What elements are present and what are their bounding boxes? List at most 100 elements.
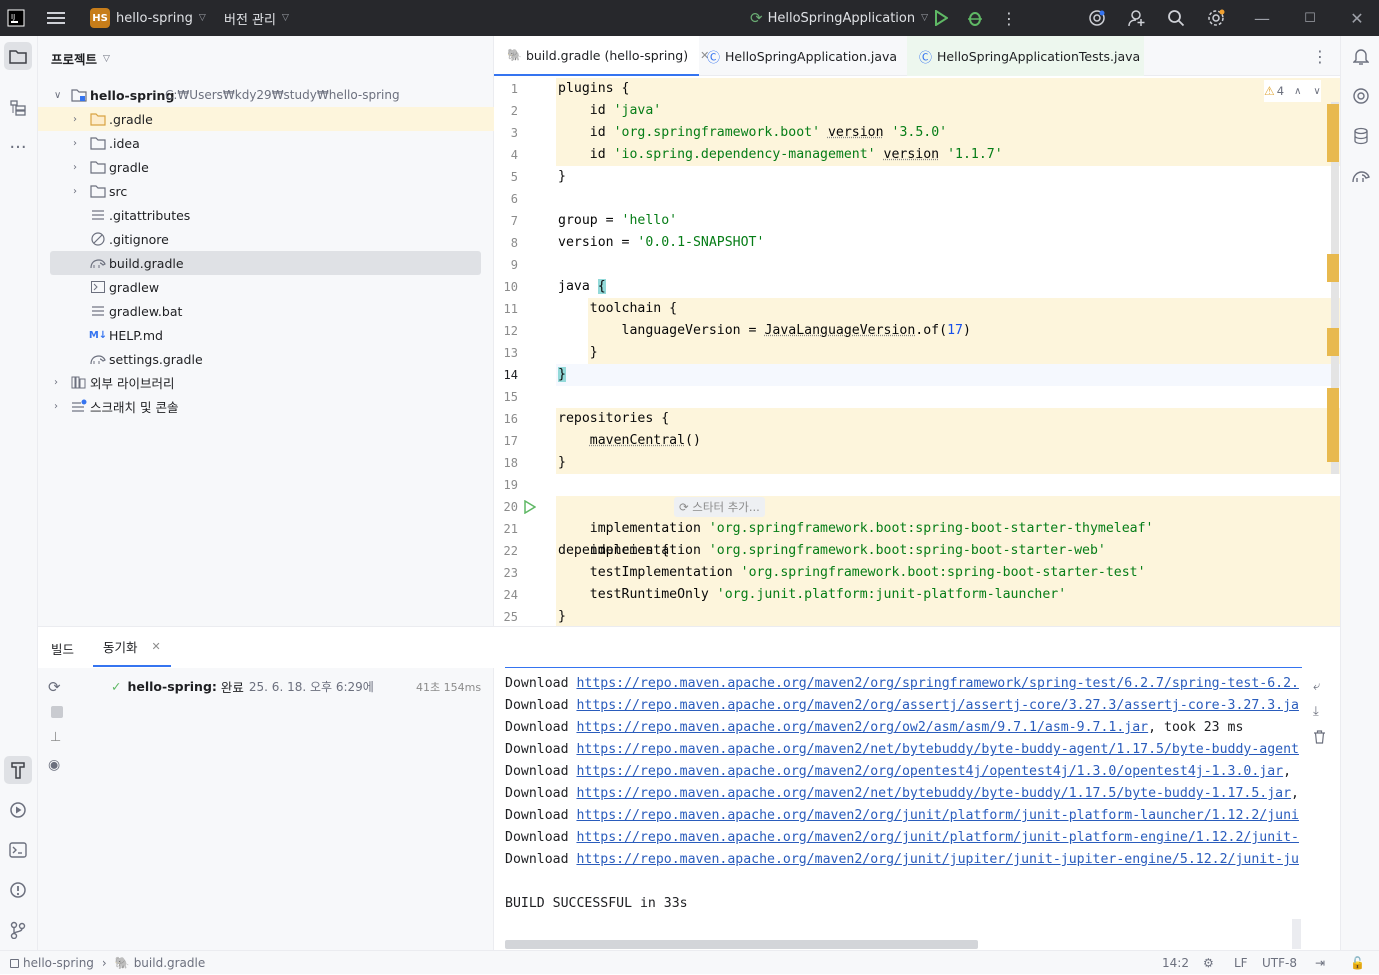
status-bar: hello-spring › 🐘 build.gradle 14:2 ⚙ LF … <box>0 950 1379 974</box>
tab-sync[interactable]: 동기화 ✕ <box>93 627 171 667</box>
tree-item-external-libraries[interactable]: › 외부 라이브러리 <box>38 370 494 394</box>
output-line: Download https://repo.maven.apache.org/m… <box>505 695 1302 717</box>
database-icon[interactable] <box>1347 122 1375 150</box>
structure-tool-icon[interactable] <box>4 94 32 122</box>
caret-position[interactable]: 14:2 <box>1162 951 1189 975</box>
ai-assistant-icon[interactable] <box>1085 6 1109 30</box>
tree-item-gradle-hidden[interactable]: › .gradle <box>38 107 494 131</box>
chevron-down-icon[interactable]: ∨ <box>54 90 61 101</box>
next-highlight-icon[interactable]: ∨ <box>1313 86 1320 97</box>
download-link[interactable]: https://repo.maven.apache.org/maven2/org… <box>576 808 1299 823</box>
code-editor[interactable]: 1 plugins { 2 id 'java' 3 id 'org.springf… <box>494 76 1340 626</box>
tree-item-help-md[interactable]: M↓ HELP.md <box>38 323 494 347</box>
line-number: 19 <box>494 474 518 496</box>
debug-icon[interactable] <box>963 6 987 30</box>
vertical-scrollbar[interactable] <box>1292 919 1301 949</box>
project-tool-icon[interactable] <box>4 42 32 70</box>
tab-hello-spring-application-tests[interactable]: Ⓒ HelloSpringApplicationTests.java <box>907 36 1144 76</box>
line-separator[interactable]: LF <box>1234 951 1248 975</box>
download-link[interactable]: https://repo.maven.apache.org/maven2/org… <box>576 720 1148 735</box>
horizontal-scrollbar[interactable] <box>505 940 978 949</box>
resync-icon[interactable]: ⟳ <box>48 678 61 696</box>
download-link[interactable]: https://repo.maven.apache.org/maven2/net… <box>576 742 1299 757</box>
tree-item-label: gradlew.bat <box>109 304 182 319</box>
notifications-icon[interactable] <box>1347 42 1375 70</box>
settings-icon[interactable] <box>1204 6 1228 30</box>
tab-options-icon[interactable]: ⋮ <box>1312 36 1328 76</box>
chevron-right-icon[interactable]: › <box>54 401 58 412</box>
inspection-widget[interactable]: ⚠ 4 ∧ ∨ <box>1264 80 1321 102</box>
file-encoding[interactable]: UTF-8 <box>1262 951 1297 975</box>
vcs-menu[interactable]: 버전 관리 ▽ <box>224 0 289 36</box>
more-tools-icon[interactable]: ··· <box>4 133 32 161</box>
chevron-right-icon[interactable]: › <box>73 114 77 125</box>
download-link[interactable]: https://repo.maven.apache.org/maven2/net… <box>576 786 1291 801</box>
output-line: Download https://repo.maven.apache.org/m… <box>505 849 1302 871</box>
tree-item-idea[interactable]: › .idea <box>38 131 494 155</box>
tree-root[interactable]: ∨ hello-spring C:₩Users₩kdy29₩study₩hell… <box>38 83 494 107</box>
tree-item-settings-gradle[interactable]: settings.gradle <box>38 347 494 371</box>
tree-item-gitattributes[interactable]: .gitattributes <box>38 203 494 227</box>
download-link[interactable]: https://repo.maven.apache.org/maven2/org… <box>576 698 1299 713</box>
tree-item-gitignore[interactable]: .gitignore <box>38 227 494 251</box>
tree-item-gradlew[interactable]: gradlew <box>38 275 494 299</box>
add-user-icon[interactable] <box>1125 6 1149 30</box>
breadcrumb-file[interactable]: build.gradle <box>134 956 206 970</box>
download-link[interactable]: https://repo.maven.apache.org/maven2/org… <box>576 830 1299 845</box>
trash-icon[interactable] <box>1313 730 1326 747</box>
soft-wrap-icon[interactable]: ⤶ <box>1313 679 1320 694</box>
build-tool-icon[interactable] <box>4 756 32 784</box>
code-line: } <box>558 606 566 626</box>
tree-item-src[interactable]: › src <box>38 179 494 203</box>
read-only-lock-icon[interactable]: 🔓 <box>1350 951 1365 975</box>
indent-icon[interactable]: ⇥ <box>1315 951 1325 975</box>
main-menu-icon[interactable] <box>44 6 68 30</box>
git-tool-icon[interactable] <box>4 916 32 944</box>
scroll-to-end-icon[interactable]: ⤓ <box>1313 704 1319 719</box>
code-style-icon[interactable]: ⚙ <box>1203 951 1214 975</box>
tree-item-gradlew-bat[interactable]: gradlew.bat <box>38 299 494 323</box>
tab-build[interactable]: 빌드 <box>51 639 74 658</box>
chevron-right-icon[interactable]: › <box>54 377 58 388</box>
download-link[interactable]: https://repo.maven.apache.org/maven2/org… <box>576 764 1283 779</box>
previous-highlight-icon[interactable]: ∧ <box>1294 86 1301 97</box>
ai-chat-icon[interactable] <box>1347 82 1375 110</box>
chevron-right-icon[interactable]: › <box>73 186 77 197</box>
gradle-tool-icon[interactable] <box>1347 162 1375 190</box>
intellij-logo-icon[interactable]: IJ <box>4 6 28 30</box>
tree-item-gradle[interactable]: › gradle <box>38 155 494 179</box>
download-link[interactable]: https://repo.maven.apache.org/maven2/org… <box>576 852 1299 867</box>
line-number: 22 <box>494 540 518 562</box>
eye-icon[interactable]: ◉ <box>48 757 60 773</box>
stop-icon[interactable] <box>51 706 63 718</box>
search-icon[interactable] <box>1164 6 1188 30</box>
project-widget[interactable]: HS hello-spring ▽ <box>90 0 206 36</box>
services-tool-icon[interactable] <box>4 796 32 824</box>
chevron-right-icon[interactable]: › <box>73 138 77 149</box>
tab-hello-spring-application[interactable]: Ⓒ HelloSpringApplication.java <box>707 36 897 76</box>
terminal-tool-icon[interactable] <box>4 836 32 864</box>
chevron-right-icon[interactable]: › <box>73 162 77 173</box>
folder-icon <box>90 159 106 175</box>
project-badge: HS <box>90 8 110 28</box>
project-panel: 프로젝트 ▽ ∨ hello-spring C:₩Users₩kdy29₩stu… <box>38 36 494 626</box>
tree-item-build-gradle[interactable]: build.gradle <box>50 251 481 275</box>
line-number: 21 <box>494 518 518 540</box>
more-actions-icon[interactable]: ⋮ <box>997 6 1021 30</box>
output-line: Download https://repo.maven.apache.org/m… <box>505 783 1302 805</box>
download-link[interactable]: https://repo.maven.apache.org/maven2/org… <box>576 676 1299 691</box>
run-config-selector[interactable]: ⟳ HelloSpringApplication ▽ <box>750 0 928 36</box>
minimize-icon[interactable]: — <box>1250 6 1274 30</box>
close-icon[interactable]: ✕ <box>1345 6 1369 30</box>
breadcrumb-project[interactable]: hello-spring <box>23 956 94 970</box>
close-icon[interactable]: ✕ <box>152 640 161 653</box>
pin-icon[interactable]: ⊥ <box>50 730 61 745</box>
project-panel-header[interactable]: 프로젝트 ▽ <box>51 49 110 68</box>
problems-tool-icon[interactable] <box>4 876 32 904</box>
tree-item-scratches[interactable]: › 스크래치 및 콘솔 <box>38 394 494 418</box>
run-icon[interactable] <box>929 6 953 30</box>
add-starter-hint[interactable]: ⟳ 스타터 추가... <box>674 497 765 517</box>
maximize-icon[interactable]: ☐ <box>1298 6 1322 30</box>
tab-build-gradle[interactable]: 🐘 build.gradle (hello-spring) ✕ <box>494 36 699 76</box>
sync-result-item[interactable]: ✓ hello-spring: 완료 25. 6. 18. 오후 6:29에 <box>111 677 374 696</box>
